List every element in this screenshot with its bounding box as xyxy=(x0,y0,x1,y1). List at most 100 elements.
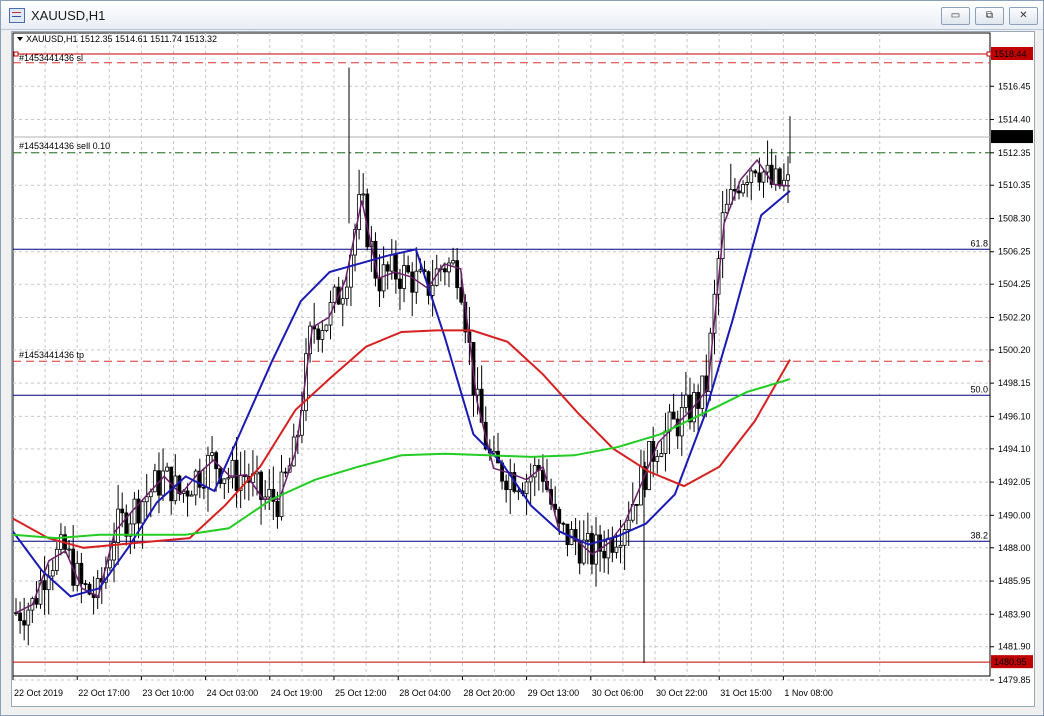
price-tick-label: 1490.00 xyxy=(998,510,1031,520)
candle-body xyxy=(283,471,288,474)
candle-body xyxy=(332,286,337,303)
candle-body xyxy=(761,171,766,183)
chart-area[interactable]: 1516.45 1514.40 1512.35 1510.35 1508.30 1506.… xyxy=(11,31,1035,707)
candle-body xyxy=(161,470,165,496)
chart-header-ohlc: XAUUSD,H1 1512.35 1514.61 1511.74 1513.3… xyxy=(26,34,217,44)
maximize-button[interactable]: ⧉ xyxy=(975,7,1004,25)
candle-body xyxy=(42,580,47,591)
time-tick-label: 30 Oct 06:00 xyxy=(592,688,644,698)
price-tick-label: 1488.00 xyxy=(998,543,1031,553)
candle-body xyxy=(406,265,411,273)
price-tag-bottom: 1480.95 xyxy=(994,657,1027,667)
price-tag-current: 1513.32 xyxy=(994,132,1027,142)
candle-body xyxy=(679,406,684,437)
time-tick-label: 24 Oct 19:00 xyxy=(271,688,323,698)
close-button[interactable]: ✕ xyxy=(1009,7,1038,25)
candle-body xyxy=(108,559,112,569)
candle-body xyxy=(206,455,210,488)
candle-body xyxy=(34,598,39,605)
candle-body xyxy=(671,411,676,420)
candle-body xyxy=(773,168,778,185)
candle-body xyxy=(561,522,566,525)
candle-body xyxy=(786,174,790,181)
candle-body xyxy=(532,465,537,478)
candle-body xyxy=(442,268,447,273)
candle-body xyxy=(757,172,762,183)
candle-body xyxy=(418,269,423,272)
candle-body xyxy=(389,254,394,272)
candle-body xyxy=(67,548,72,551)
price-tick-label: 1494.10 xyxy=(998,444,1031,454)
candle-body xyxy=(377,277,382,292)
candle-body xyxy=(132,498,137,525)
level-anchor xyxy=(13,51,19,57)
candle-body xyxy=(455,260,460,288)
candle-body xyxy=(410,271,415,293)
candle-body xyxy=(451,260,455,264)
order-sl-label: #1453441436 sl xyxy=(19,53,83,63)
candle-body xyxy=(361,193,366,196)
time-tick-label: 1 Nov 08:00 xyxy=(784,688,833,698)
candle-body xyxy=(594,534,598,565)
candle-body xyxy=(120,508,125,514)
candle-body xyxy=(189,494,194,497)
time-tick-label: 22 Oct 17:00 xyxy=(78,688,130,698)
candle-body xyxy=(54,548,59,571)
candle-body xyxy=(688,394,692,423)
candle-body xyxy=(316,328,321,340)
candle-body xyxy=(504,480,509,491)
price-tick-label: 1483.90 xyxy=(998,609,1031,619)
fib-label: 50.0 xyxy=(970,384,988,394)
candle-body xyxy=(22,620,27,626)
candle-body xyxy=(402,265,406,289)
candle-body xyxy=(185,490,190,497)
candle-body xyxy=(753,170,758,174)
candle-body xyxy=(381,264,386,292)
price-tick-label: 1512.35 xyxy=(998,148,1031,158)
candle-body xyxy=(585,533,590,541)
price-tick-label: 1514.40 xyxy=(998,115,1031,125)
candle-body xyxy=(459,287,464,303)
candle-body xyxy=(320,330,325,340)
candle-body xyxy=(83,583,88,585)
price-chart[interactable]: 1516.45 1514.40 1512.35 1510.35 1508.30 1506.… xyxy=(12,32,1034,706)
price-tick-label: 1498.15 xyxy=(998,378,1031,388)
candle-body xyxy=(524,481,529,495)
candle-body xyxy=(275,500,280,517)
minimize-button[interactable]: ▭ xyxy=(941,7,970,25)
time-tick-label: 22 Oct 2019 xyxy=(14,688,63,698)
price-tick-label: 1500.20 xyxy=(998,345,1031,355)
candle-body xyxy=(602,550,607,559)
level-anchor xyxy=(986,51,992,57)
candle-body xyxy=(634,504,639,506)
candle-body xyxy=(614,546,619,553)
order-entry-label: #1453441436 sell 0.10 xyxy=(19,141,110,151)
candle-body xyxy=(18,612,22,622)
candle-body xyxy=(50,570,55,577)
window-titlebar[interactable]: XAUUSD,H1 ▭ ⧉ ✕ xyxy=(1,1,1043,30)
candle-body xyxy=(618,544,623,548)
time-tick-label: 28 Oct 04:00 xyxy=(399,688,451,698)
chart-window-icon xyxy=(9,8,25,23)
candle-body xyxy=(210,452,214,456)
candle-body xyxy=(655,456,660,462)
candle-body xyxy=(79,562,84,584)
time-tick-label: 25 Oct 12:00 xyxy=(335,688,387,698)
candle-body xyxy=(700,375,705,409)
candle-body xyxy=(226,477,231,480)
candle-body xyxy=(741,184,745,194)
candle-body xyxy=(230,459,235,479)
fib-label: 61.8 xyxy=(970,238,988,248)
candle-body xyxy=(737,190,741,194)
plot-frame xyxy=(12,32,991,677)
candle-body xyxy=(340,298,345,305)
candle-body xyxy=(324,324,329,331)
candle-body xyxy=(344,286,349,299)
time-tick-label: 30 Oct 22:00 xyxy=(656,688,708,698)
time-tick-label: 24 Oct 03:00 xyxy=(207,688,259,698)
candle-body xyxy=(724,203,729,214)
candle-body xyxy=(745,182,750,185)
candle-body xyxy=(398,278,402,289)
price-tick-label: 1510.35 xyxy=(998,180,1031,190)
window-title: XAUUSD,H1 xyxy=(31,8,106,23)
